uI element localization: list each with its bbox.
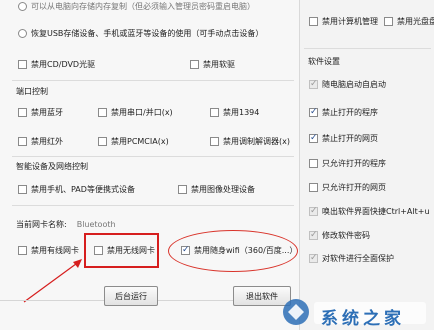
setting-item[interactable]: 禁止打开的程序 <box>309 106 378 118</box>
left-panel: 可以从电脑向存储内存复制（但必须输入管理员密码重启电脑） 恢复USB存储设备、手… <box>0 0 299 330</box>
setting-item[interactable]: 唤出软件界面快捷Ctrl+Alt+u <box>309 205 430 217</box>
settings-window: 可以从电脑向存储内存复制（但必须输入管理员密码重启电脑） 恢复USB存储设备、手… <box>0 0 434 330</box>
setting-item[interactable]: 修改软件密码 <box>309 229 370 241</box>
setting-label: 禁止打开的网页 <box>322 134 378 143</box>
setting-label: 对软件进行全面保护 <box>322 254 394 263</box>
setting-checkbox[interactable] <box>309 205 318 217</box>
setting-checkbox[interactable] <box>309 159 318 168</box>
setting-label: 只允许打开的网页 <box>322 183 386 192</box>
setting-item[interactable]: 禁止打开的网页 <box>309 132 378 144</box>
right-panel: 禁用计算机管理 禁用光盘盘符 软件设置 随电脑启动自启动 禁止打开的程序 禁止打… <box>299 0 434 330</box>
setting-label: 只允许打开的程序 <box>322 159 386 168</box>
setting-checkbox[interactable] <box>309 132 318 144</box>
disable-cd-letter-checkbox[interactable] <box>384 17 393 26</box>
disable-cd-letter-option[interactable]: 禁用光盘盘符 <box>384 16 434 27</box>
disable-computer-mgmt-checkbox[interactable] <box>309 17 318 26</box>
disable-computer-mgmt-label: 禁用计算机管理 <box>322 17 378 26</box>
setting-label: 唤出软件界面快捷Ctrl+Alt+u <box>322 207 430 216</box>
disable-cd-letter-label: 禁用光盘盘符 <box>397 17 434 26</box>
setting-checkbox[interactable] <box>309 183 318 192</box>
setting-item[interactable]: 对软件进行全面保护 <box>309 252 394 264</box>
setting-item[interactable]: 只允许打开的网页 <box>309 182 386 193</box>
setting-checkbox[interactable] <box>309 106 318 118</box>
run-background-button[interactable]: 后台运行 <box>104 286 158 306</box>
annotation-arrow <box>23 259 82 303</box>
setting-label: 修改软件密码 <box>322 231 370 240</box>
watermark-text: 系统之家 <box>321 309 405 329</box>
disable-computer-mgmt-option[interactable]: 禁用计算机管理 <box>309 16 378 27</box>
setting-checkbox[interactable] <box>309 229 318 241</box>
divider <box>304 48 431 49</box>
setting-item[interactable]: 随电脑启动自启动 <box>309 78 386 90</box>
setting-label: 随电脑启动自启动 <box>322 80 386 89</box>
setting-item[interactable]: 只允许打开的程序 <box>309 158 386 169</box>
watermark: 系统之家 <box>272 288 434 330</box>
setting-checkbox[interactable] <box>309 78 318 90</box>
software-settings-title: 软件设置 <box>308 57 340 66</box>
setting-checkbox[interactable] <box>309 252 318 264</box>
setting-label: 禁止打开的程序 <box>322 108 378 117</box>
